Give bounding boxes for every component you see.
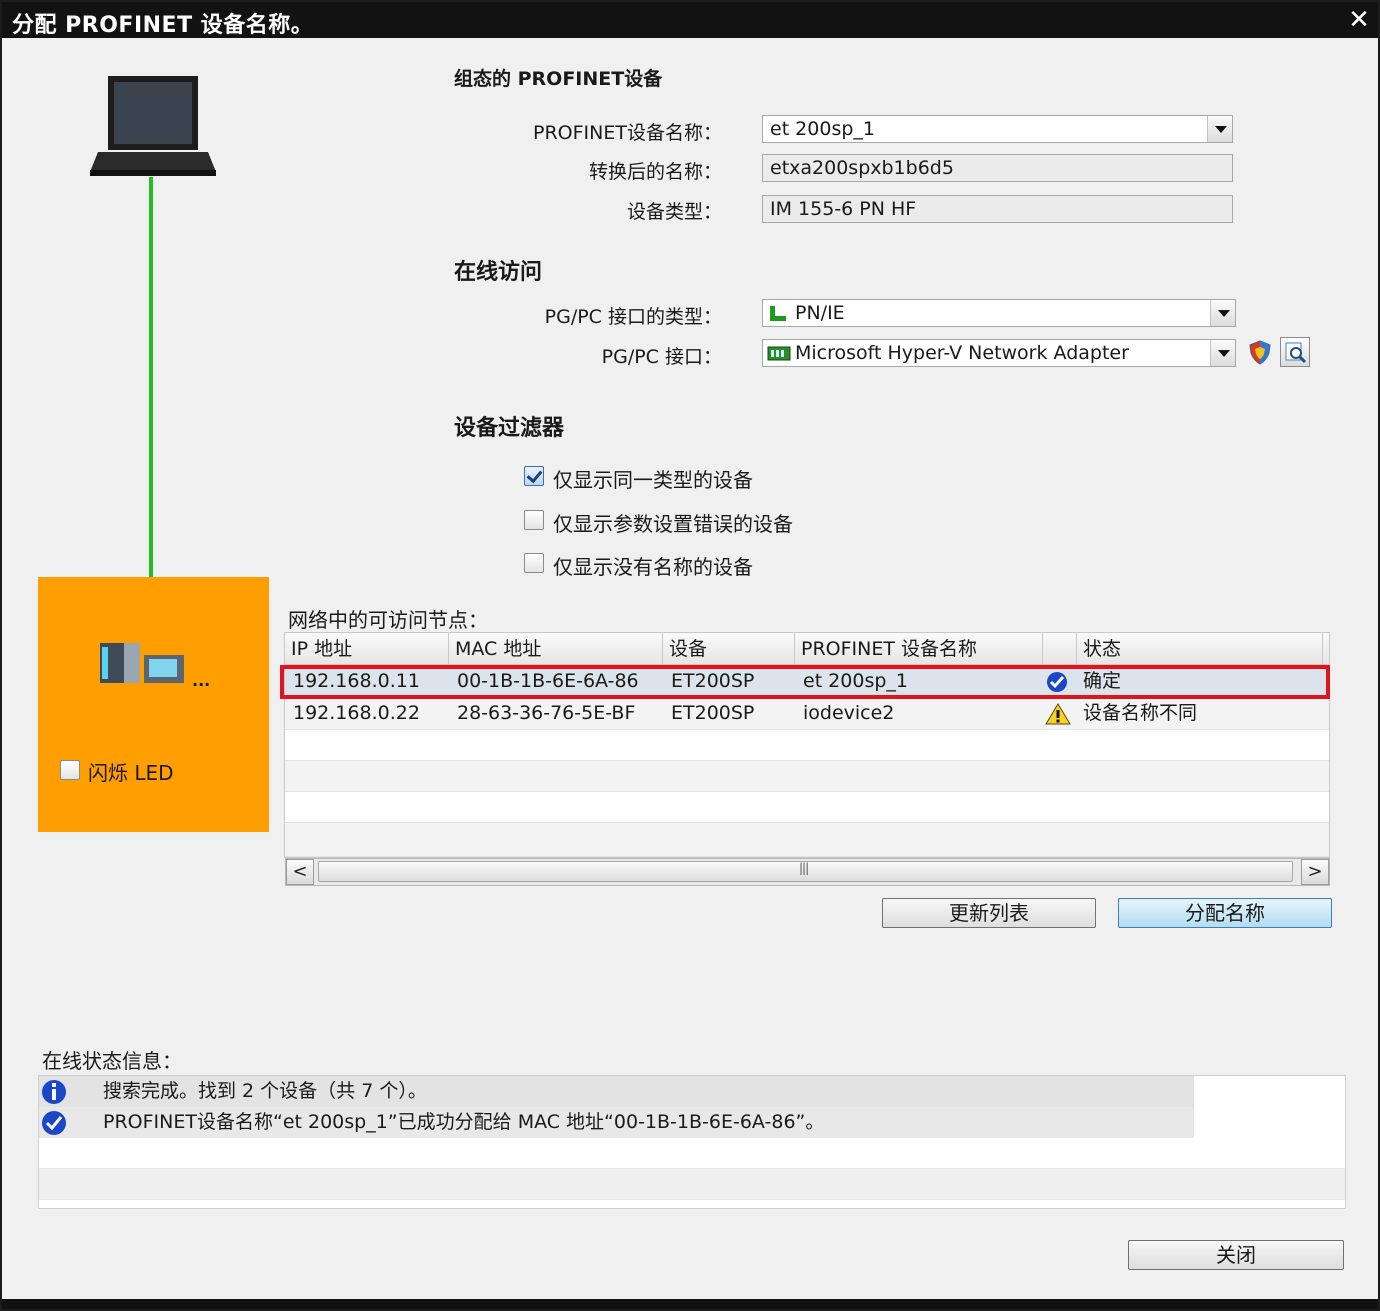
converted-name-field: etxa200spxb1b6d5: [762, 154, 1233, 182]
iface-combobox[interactable]: Microsoft Hyper-V Network Adapter: [762, 339, 1236, 367]
scrollbar-thumb[interactable]: [318, 861, 1293, 882]
iface-value: Microsoft Hyper-V Network Adapter: [795, 342, 1129, 364]
column-status-icon[interactable]: [1043, 633, 1077, 665]
cell-ip: 192.168.0.22: [293, 702, 420, 724]
online-access-heading: 在线访问: [454, 260, 543, 285]
filter-param-error-checkbox[interactable]: [524, 510, 544, 530]
chevron-down-icon[interactable]: [1210, 340, 1235, 366]
log-text: PROFINET设备名称“et 200sp_1”已成功分配给 MAC 地址“00…: [103, 1111, 825, 1133]
device-filter-heading: 设备过滤器: [454, 416, 565, 441]
search-button[interactable]: [1280, 337, 1310, 367]
cell-status: 设备名称不同: [1083, 702, 1198, 724]
status-log: 搜索完成。找到 2 个设备（共 7 个）。 PROFINET设备名称“et 20…: [38, 1075, 1346, 1209]
device-type-field: IM 155-6 PN HF: [762, 195, 1233, 223]
filter-same-type-checkbox[interactable]: [524, 466, 544, 486]
column-status[interactable]: 状态: [1077, 633, 1323, 665]
filter-param-error-label: 仅显示参数设置错误的设备: [553, 512, 793, 536]
network-plug-icon: [770, 306, 786, 321]
empty-row: [39, 1138, 1345, 1169]
online-status-label: 在线状态信息：: [42, 1049, 182, 1073]
check-circle-icon: [42, 1111, 66, 1135]
network-adapter-icon: [767, 346, 791, 361]
flash-led-checkbox[interactable]: [60, 760, 80, 780]
cell-mac: 28-63-36-76-5E-BF: [457, 702, 636, 724]
selected-row-highlight: [280, 665, 1330, 699]
empty-row: [285, 823, 1329, 857]
empty-row: [39, 1169, 1345, 1200]
title-bar: 分配 PROFINET 设备名称。 ✕: [2, 2, 1378, 38]
horizontal-scrollbar[interactable]: < >: [285, 858, 1330, 886]
converted-name-label: 转换后的名称：: [588, 161, 722, 183]
scroll-left-icon[interactable]: <: [286, 859, 314, 885]
log-row: PROFINET设备名称“et 200sp_1”已成功分配给 MAC 地址“00…: [39, 1107, 1194, 1138]
filter-no-name-checkbox[interactable]: [524, 553, 544, 573]
column-mac[interactable]: MAC 地址: [449, 633, 663, 665]
iface-type-value: PN/IE: [795, 302, 845, 324]
device-panel: ... 闪烁 LED: [38, 577, 269, 832]
empty-row: [285, 761, 1329, 792]
iface-type-combobox[interactable]: PN/IE: [762, 299, 1236, 327]
empty-row: [285, 730, 1329, 761]
magnifier-icon: [1285, 342, 1307, 364]
table-row[interactable]: 192.168.0.22 28-63-36-76-5E-BF ET200SP i…: [285, 698, 1329, 730]
empty-row: [285, 792, 1329, 823]
assign-name-button[interactable]: 分配名称: [1118, 898, 1332, 928]
device-type-value: IM 155-6 PN HF: [770, 198, 917, 220]
device-name-value: et 200sp_1: [770, 118, 875, 140]
configured-device-heading: 组态的 PROFINET设备: [454, 68, 663, 90]
chevron-down-icon[interactable]: [1207, 116, 1232, 142]
scroll-right-icon[interactable]: >: [1301, 859, 1329, 885]
filter-no-name-label: 仅显示没有名称的设备: [553, 555, 753, 579]
device-name-combobox[interactable]: et 200sp_1: [762, 115, 1233, 143]
column-ip[interactable]: IP 地址: [285, 633, 449, 665]
iface-label: PG/PC 接口：: [601, 346, 722, 368]
flash-led-label: 闪烁 LED: [88, 761, 174, 785]
column-device[interactable]: 设备: [663, 633, 795, 665]
log-text: 搜索完成。找到 2 个设备（共 7 个）。: [103, 1080, 427, 1102]
filter-same-type-label: 仅显示同一类型的设备: [553, 468, 753, 492]
close-button[interactable]: 关闭: [1128, 1240, 1344, 1270]
assign-name-dialog: 分配 PROFINET 设备名称。 ✕ ... 闪烁 LED 组态的 PROFI…: [0, 0, 1380, 1311]
iface-type-label: PG/PC 接口的类型：: [544, 306, 722, 328]
table-header: IP 地址 MAC 地址 设备 PROFINET 设备名称 状态: [285, 633, 1329, 665]
close-icon[interactable]: ✕: [1344, 5, 1374, 35]
info-icon: [42, 1080, 66, 1104]
warning-icon: [1045, 703, 1071, 725]
dialog-title: 分配 PROFINET 设备名称。: [12, 13, 314, 38]
cell-device: ET200SP: [671, 702, 755, 724]
laptop-icon: [90, 76, 216, 176]
device-ellipsis: ...: [192, 671, 211, 690]
column-profinet-name[interactable]: PROFINET 设备名称: [795, 633, 1043, 665]
device-type-label: 设备类型：: [626, 201, 722, 223]
device-name-label: PROFINET设备名称：: [533, 122, 722, 144]
refresh-list-button[interactable]: 更新列表: [882, 898, 1096, 928]
cell-profinet-name: iodevice2: [803, 702, 895, 724]
log-row: 搜索完成。找到 2 个设备（共 7 个）。: [39, 1076, 1194, 1107]
accessible-nodes-label: 网络中的可访问节点：: [288, 608, 488, 632]
window-bottom-edge: [2, 1299, 1378, 1309]
converted-name-value: etxa200spxb1b6d5: [770, 157, 954, 179]
shield-icon[interactable]: [1248, 339, 1272, 365]
chevron-down-icon[interactable]: [1210, 300, 1235, 326]
